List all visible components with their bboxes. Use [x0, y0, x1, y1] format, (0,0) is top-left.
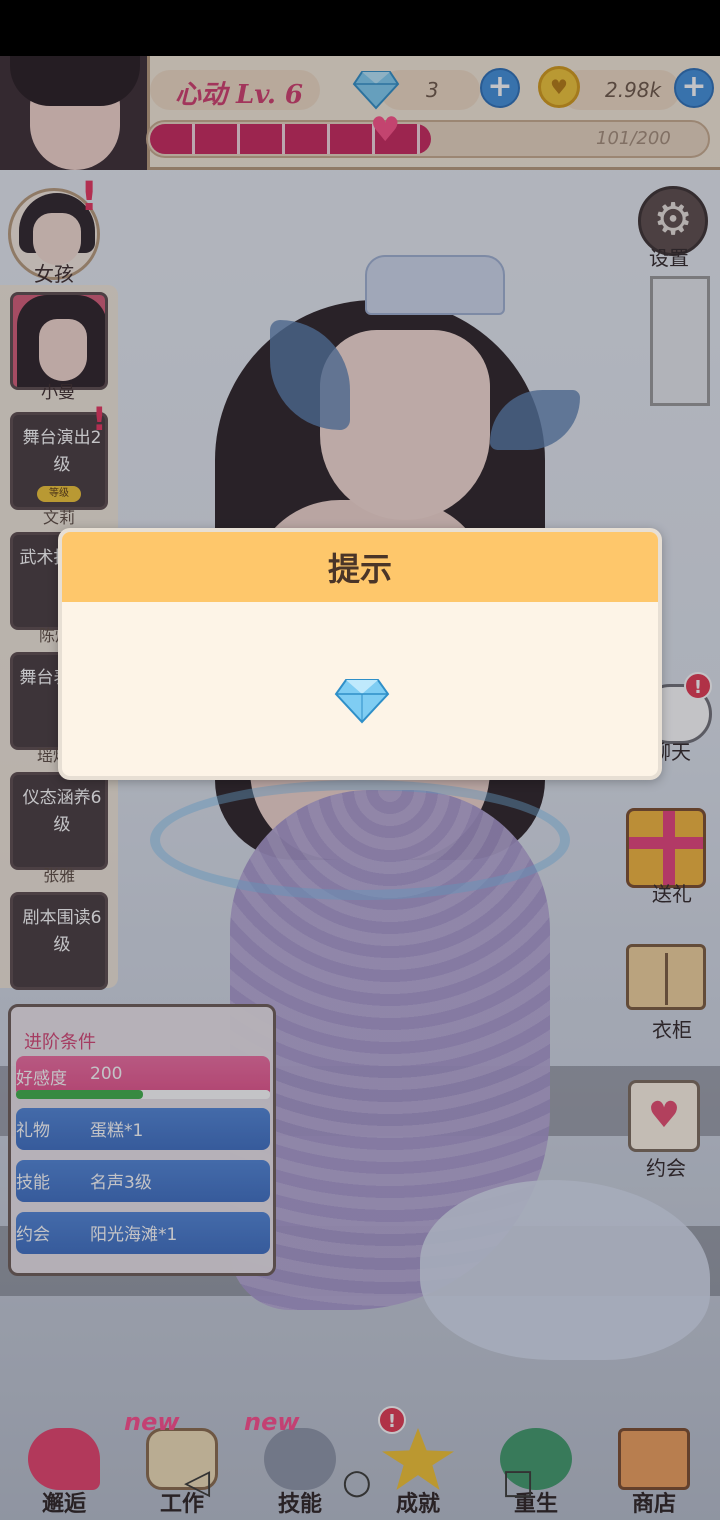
game-screen: 心动 Lv. 6 3 + ♥ 2.98k + ♥ 101/200 ! 女孩 小曼…: [0, 0, 720, 1520]
status-bar: [0, 0, 720, 56]
system-navigation-bar: ◁ ○ □: [0, 1440, 720, 1520]
tip-dialog: 提示: [58, 528, 662, 780]
modal-overlay[interactable]: [0, 56, 720, 1520]
recent-apps-button[interactable]: □: [502, 1462, 534, 1502]
home-button[interactable]: ○: [342, 1462, 372, 1502]
dialog-header: 提示: [62, 532, 658, 602]
diamond-icon: [334, 679, 390, 724]
dialog-title: 提示: [327, 550, 392, 588]
back-button[interactable]: ◁: [184, 1462, 210, 1502]
